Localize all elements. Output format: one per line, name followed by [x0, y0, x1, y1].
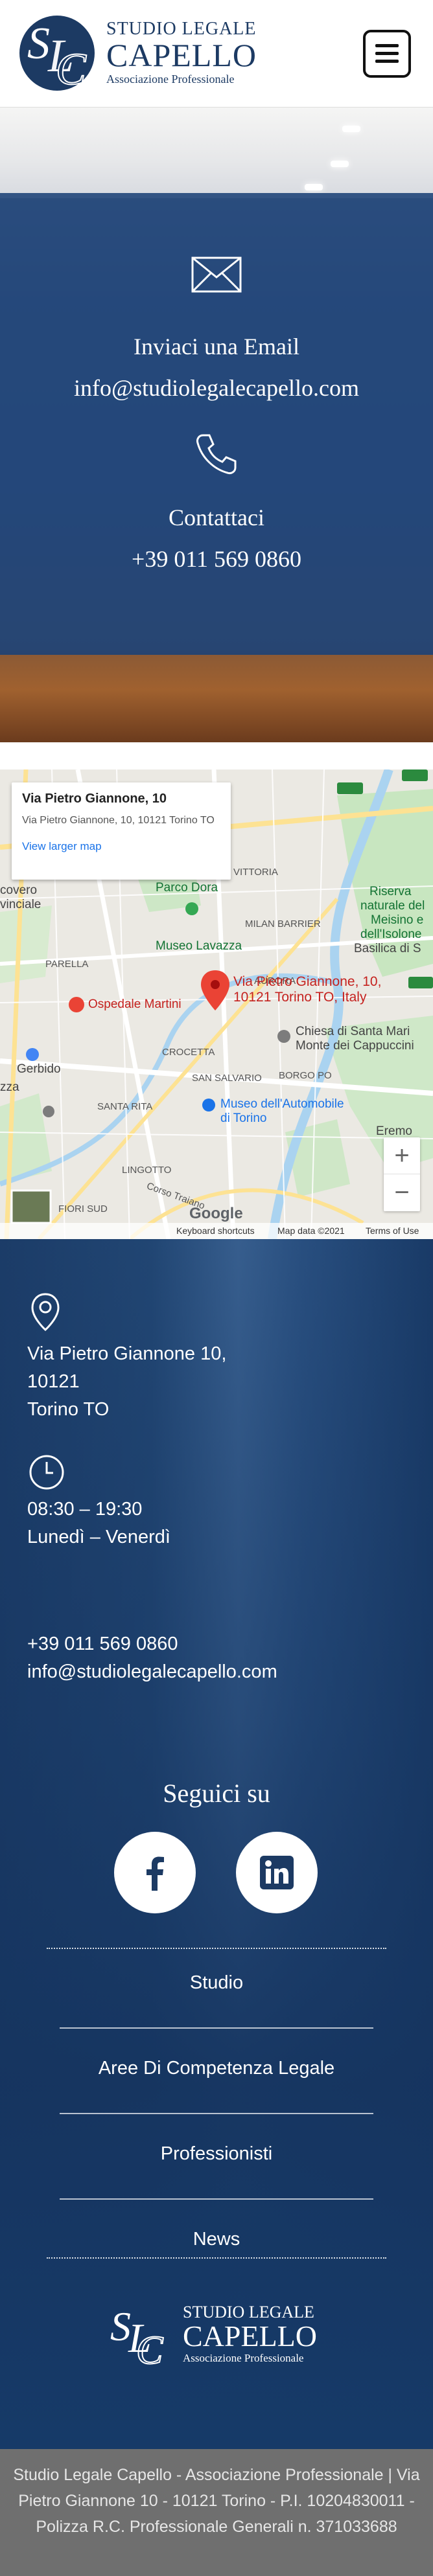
phone-link[interactable]: +39 011 569 0860	[0, 545, 433, 573]
map-label-chiesa-1: Chiesa di Santa Mari	[296, 1025, 410, 1038]
map-label-parco-dora: Parco Dora	[156, 881, 218, 895]
envelope-icon	[191, 256, 242, 293]
map-label-eremo: Eremo	[376, 1124, 412, 1138]
phone-icon	[196, 434, 237, 474]
logo-line1: STUDIO LEGALE	[106, 19, 257, 39]
map-label-crocetta: CROCETTA	[162, 1047, 215, 1058]
linkedin-button[interactable]	[236, 1832, 318, 1913]
map-info-card: Via Pietro Giannone, 10 Via Pietro Giann…	[12, 782, 231, 880]
clock-icon	[29, 1455, 64, 1490]
nav-divider	[60, 2198, 373, 2200]
zoom-out-button[interactable]: −	[384, 1174, 420, 1211]
nav-link-studio[interactable]: Studio	[0, 1972, 433, 1994]
phone-title: Contattaci	[169, 505, 264, 530]
contact-hero: Inviaci una Email info@studiolegalecapel…	[0, 108, 433, 742]
map-zoom-control: + −	[384, 1137, 420, 1211]
map-label-zza: zza	[0, 1080, 19, 1094]
map-label-riserva-3: Meisino e	[371, 913, 424, 927]
address-line3: Torino TO	[27, 1399, 110, 1420]
location-pin-icon	[31, 1293, 60, 1332]
map-label-museo-auto-2: di Torino	[220, 1111, 267, 1125]
map-data-text: Map data ©2021	[277, 1225, 345, 1236]
email-link[interactable]: info@studiolegalecapello.com	[0, 374, 433, 402]
view-larger-map-link[interactable]: View larger map	[22, 840, 220, 853]
nav-link-professionisti[interactable]: Professionisti	[0, 2143, 433, 2165]
nav-divider	[60, 2027, 373, 2029]
terms-of-use-link[interactable]: Terms of Use	[366, 1225, 419, 1236]
marker-label-2: 10121 Torino TO, Italy	[233, 990, 367, 1005]
zoom-in-button[interactable]: +	[384, 1137, 420, 1174]
marker-label-1: Via Pietro Giannone, 10,	[233, 974, 382, 989]
legal-footer-text: Studio Legale Capello - Associazione Pro…	[13, 2466, 420, 2536]
map-label-milan-barrier: MILAN BARRIER	[245, 918, 321, 929]
nav-divider	[60, 2113, 373, 2114]
map-label-basilica: Basilica di S	[354, 942, 421, 955]
map-label-riserva-2: naturale del	[360, 899, 425, 913]
svg-text:C: C	[56, 45, 87, 95]
social-title: Seguici su	[163, 1779, 270, 1808]
hamburger-menu-button[interactable]	[363, 30, 411, 78]
facebook-icon	[146, 1856, 164, 1891]
map-label-lingotto: LINGOTTO	[122, 1165, 172, 1176]
info-card-title: Via Pietro Giannone, 10	[22, 792, 167, 806]
keyboard-shortcuts-link[interactable]: Keyboard shortcuts	[176, 1225, 255, 1236]
hours-line2: Lunedì – Venerdì	[27, 1527, 170, 1547]
hamburger-icon	[375, 44, 399, 47]
nav-link-aree[interactable]: Aree Di Competenza Legale	[0, 2058, 433, 2079]
map-label-mirafiori: FIORI SUD	[58, 1203, 108, 1214]
address-line2: 10121	[27, 1371, 80, 1392]
linkedin-icon	[260, 1856, 294, 1889]
address-line1: Via Pietro Giannone 10,	[27, 1343, 227, 1364]
map-label-borgo-po: BORGO PO	[279, 1070, 332, 1081]
info-card-address: Via Pietro Giannone, 10, 10121 Torino TO	[22, 815, 215, 826]
map-label-museo-lavazza: Museo Lavazza	[156, 939, 242, 953]
footer-logo[interactable]: S L C STUDIO LEGALE CAPELLO Associazione…	[108, 2299, 317, 2371]
map-label-chiesa-2: Monte dei Cappuccini	[296, 1039, 414, 1053]
site-header: S L C STUDIO LEGALE CAPELLO Associazione…	[0, 0, 433, 108]
email-title: Inviaci una Email	[134, 334, 299, 359]
footer-email[interactable]: info@studiolegalecapello.com	[27, 1658, 277, 1686]
nav-link-news[interactable]: News	[0, 2229, 433, 2250]
map-label-covero-1: covero	[0, 883, 38, 897]
map-label-gerbido: Gerbido	[17, 1062, 61, 1076]
svg-text:S: S	[27, 19, 50, 69]
google-map[interactable]: Parco Dora Museo Lavazza Ospedale Martin…	[0, 769, 433, 1239]
logo-line3: Associazione Professionale	[106, 73, 235, 85]
footer-logo-line1: STUDIO LEGALE	[183, 2303, 314, 2321]
map-label-riserva-4: dell'Isolone	[360, 928, 422, 941]
map-label-covero-2: vinciale	[0, 898, 41, 911]
map-label-riserva-1: Riserva	[369, 885, 412, 898]
logo-line2: CAPELLO	[106, 37, 257, 73]
map-label-museo-auto-1: Museo dell'Automobile	[220, 1097, 344, 1111]
footer-logo-line2: CAPELLO	[183, 2320, 317, 2353]
site-logo[interactable]: S L C STUDIO LEGALE CAPELLO Associazione…	[18, 8, 257, 98]
nav-bottom-divider	[47, 2257, 386, 2259]
google-logo: Google	[189, 1205, 243, 1222]
hours-line1: 08:30 – 19:30	[27, 1499, 143, 1520]
footer-logo-monogram-icon: S L C	[110, 2303, 164, 2370]
map-label-parella: PARELLA	[45, 959, 89, 970]
logo-monogram-icon: S L C	[19, 16, 95, 95]
contact-panel: Inviaci una Email info@studiolegalecapel…	[0, 193, 433, 655]
svg-text:C: C	[136, 2329, 163, 2370]
facebook-button[interactable]	[114, 1832, 196, 1913]
footer-phone[interactable]: +39 011 569 0860	[27, 1630, 277, 1658]
map-label-santa-rita: SANTA RITA	[97, 1101, 153, 1112]
legal-footer: Studio Legale Capello - Associazione Pro…	[0, 2449, 433, 2576]
map-label-ospedale: Ospedale Martini	[88, 997, 181, 1011]
nav-top-divider	[47, 1948, 386, 1949]
map-footer: Keyboard shortcuts Map data ©2021 Terms …	[0, 1223, 433, 1239]
footer-info-section: Via Pietro Giannone 10, 10121 Torino TO …	[0, 1239, 433, 2449]
map-label-san-salvario: SAN SALVARIO	[192, 1073, 262, 1084]
map-label-vittoria: VITTORIA	[233, 867, 278, 878]
footer-logo-line3: Associazione Professionale	[183, 2352, 304, 2364]
